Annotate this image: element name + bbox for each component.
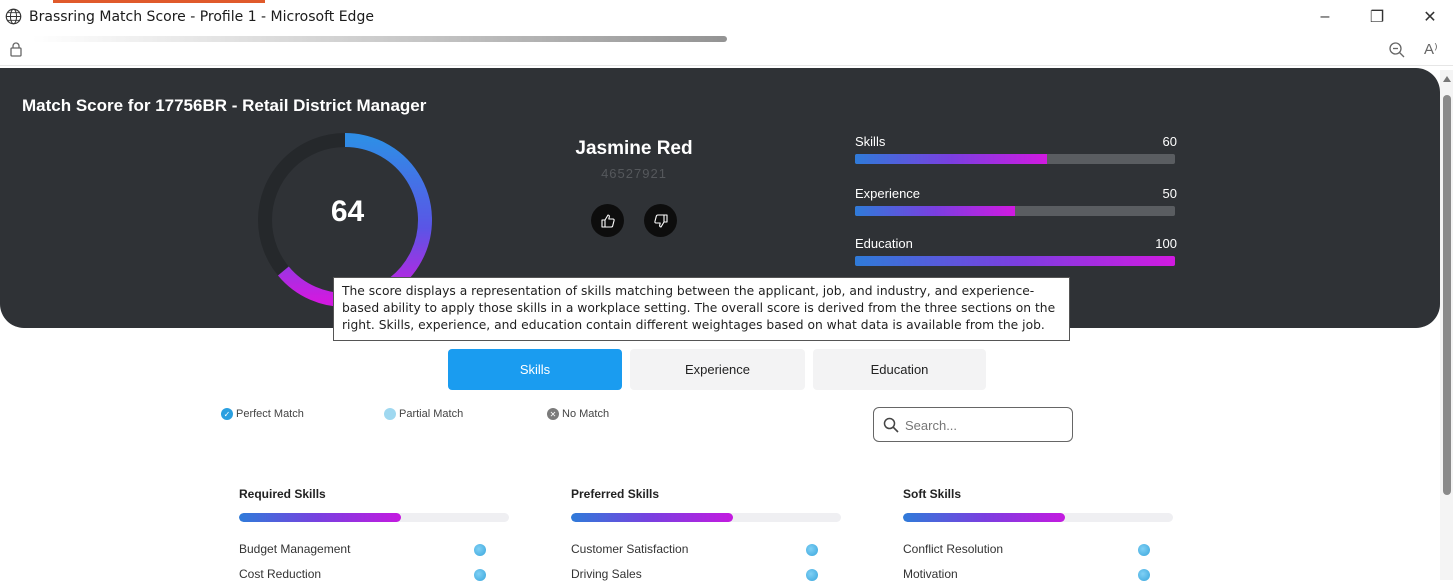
- search-input[interactable]: [905, 415, 1065, 435]
- page-scrollbar[interactable]: [1440, 70, 1453, 580]
- column-track: [903, 513, 1173, 522]
- metric-value: 100: [1155, 236, 1177, 251]
- metric-label: Experience: [855, 186, 921, 201]
- tab-education[interactable]: Education: [813, 349, 986, 390]
- list-item: Driving Sales: [571, 567, 821, 581]
- column-fill: [239, 513, 401, 522]
- skill-name: Motivation: [903, 567, 958, 581]
- list-item: Conflict Resolution: [903, 542, 1153, 556]
- scroll-up-arrow-icon[interactable]: [1443, 76, 1451, 82]
- metric-value: 60: [1162, 134, 1177, 149]
- candidate-name: Jasmine Red: [575, 138, 693, 159]
- thumbs-down-icon: [653, 213, 668, 228]
- metric-fill: [855, 256, 1175, 266]
- partial-match-icon: [806, 569, 818, 581]
- metric-value: 50: [1162, 186, 1177, 201]
- column-title: Required Skills: [239, 487, 326, 501]
- overall-score: 64: [330, 195, 365, 228]
- minimize-button[interactable]: –: [1311, 6, 1339, 28]
- address-bar[interactable]: A⁾: [0, 34, 1453, 66]
- partial-match-icon: [474, 544, 486, 556]
- thumbs-up-button[interactable]: [591, 204, 624, 237]
- column-fill: [571, 513, 733, 522]
- metric-fill: [855, 206, 1015, 216]
- search-icon: [883, 417, 899, 433]
- legend-label: Perfect Match: [236, 408, 304, 420]
- partial-match-icon: [1138, 544, 1150, 556]
- zoom-out-icon[interactable]: [1388, 41, 1406, 59]
- partial-match-icon: [1138, 569, 1150, 581]
- read-aloud-icon[interactable]: A⁾: [1424, 40, 1438, 58]
- list-item: Motivation: [903, 567, 1153, 581]
- legend-label: Partial Match: [399, 408, 464, 420]
- restore-button[interactable]: ❐: [1363, 6, 1391, 28]
- list-item: Cost Reduction: [239, 567, 489, 581]
- score-tooltip: The score displays a representation of s…: [333, 277, 1070, 341]
- metric-track: [855, 206, 1175, 216]
- metric-track: [855, 256, 1175, 266]
- legend-no-match: ✕ No Match: [547, 408, 609, 420]
- metric-label: Skills: [855, 134, 886, 149]
- candidate-id: 46527921: [601, 166, 667, 181]
- window-title: Brassring Match Score - Profile 1 - Micr…: [29, 9, 374, 25]
- lock-icon[interactable]: [8, 41, 24, 57]
- list-item: Budget Management: [239, 542, 489, 556]
- x-circle-icon: ✕: [547, 408, 559, 420]
- column-fill: [903, 513, 1065, 522]
- metric-fill: [855, 154, 1047, 164]
- legend-partial-match: Partial Match: [384, 408, 463, 420]
- metric-track: [855, 154, 1175, 164]
- skill-name: Cost Reduction: [239, 567, 322, 581]
- skill-name: Driving Sales: [571, 567, 642, 581]
- skill-name: Budget Management: [239, 542, 351, 556]
- tab-experience[interactable]: Experience: [630, 349, 805, 390]
- search-box[interactable]: [873, 407, 1073, 442]
- tab-skills[interactable]: Skills: [448, 349, 622, 390]
- legend-perfect-match: ✓ Perfect Match: [221, 408, 304, 420]
- column-title: Preferred Skills: [571, 487, 660, 501]
- metric-label: Education: [855, 236, 913, 251]
- thumbs-up-icon: [600, 213, 615, 228]
- check-circle-icon: ✓: [221, 408, 233, 420]
- page-title: Match Score for 17756BR - Retail Distric…: [22, 96, 427, 115]
- column-title: Soft Skills: [903, 487, 962, 501]
- skill-name: Conflict Resolution: [903, 542, 1004, 556]
- url-text-blurred[interactable]: [32, 36, 727, 42]
- globe-icon: [5, 8, 22, 25]
- list-item: Customer Satisfaction: [571, 542, 821, 556]
- legend-label: No Match: [562, 408, 610, 420]
- window-titlebar: Brassring Match Score - Profile 1 - Micr…: [0, 0, 1453, 34]
- tab-accent-line: [53, 0, 265, 3]
- close-button[interactable]: ✕: [1416, 6, 1444, 28]
- column-track: [571, 513, 841, 522]
- thumbs-down-button[interactable]: [644, 204, 677, 237]
- partial-match-icon: [806, 544, 818, 556]
- skill-name: Customer Satisfaction: [571, 542, 689, 556]
- scrollbar-thumb[interactable]: [1443, 95, 1451, 495]
- column-track: [239, 513, 509, 522]
- partial-match-icon: [474, 569, 486, 581]
- partial-circle-icon: [384, 408, 396, 420]
